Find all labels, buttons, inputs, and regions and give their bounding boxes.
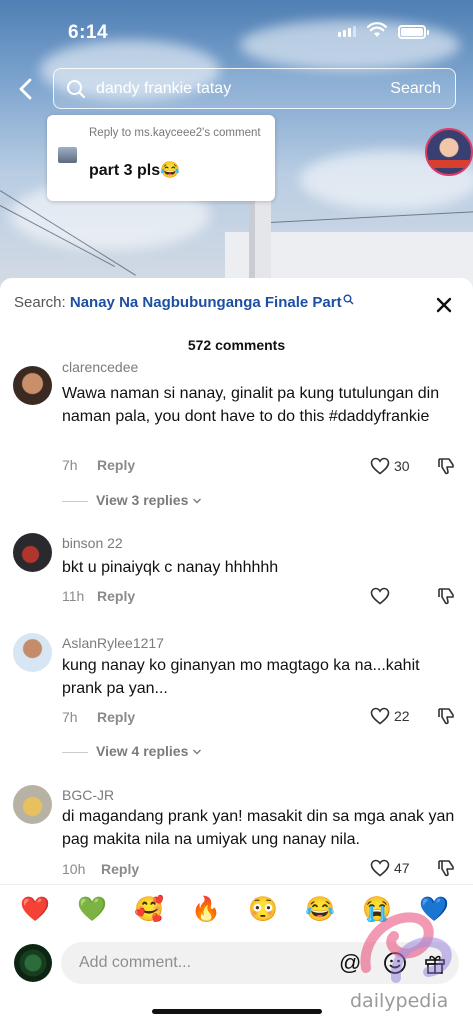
chevron-down-icon — [193, 498, 202, 504]
heart-icon[interactable] — [370, 587, 390, 605]
avatar[interactable] — [13, 785, 52, 824]
comment-text: kung nanay ko ginanyan mo magtago ka na.… — [62, 657, 420, 697]
comment-meta: 10h Reply — [62, 861, 139, 877]
status-bar: 6:14 — [0, 0, 473, 62]
reply-bubble[interactable]: Reply to ms.kayceee2's comment part 3 pl… — [47, 115, 275, 201]
reply-text: part 3 pls😂 — [89, 162, 181, 179]
comment-meta: 7h Reply — [62, 709, 135, 725]
emoji-flushed[interactable]: 😳 — [248, 895, 278, 925]
heart-icon[interactable] — [370, 859, 390, 877]
comment-username[interactable]: binson 22 — [62, 535, 123, 551]
comment-username[interactable]: BGC-JR — [62, 787, 114, 803]
like-count: 22 — [394, 708, 410, 724]
search-small-icon — [343, 294, 354, 305]
comment-text: di magandang prank yan! masakit din sa m… — [62, 808, 455, 848]
dislike-icon[interactable] — [436, 858, 456, 878]
emoji-tears-of-joy[interactable]: 😂 — [305, 895, 335, 925]
search-button[interactable]: Search — [390, 80, 441, 98]
comment-count: 572 comments — [187, 337, 286, 353]
dislike-icon[interactable] — [436, 456, 456, 476]
comment-time: 7h — [62, 709, 78, 725]
emoji-green-heart[interactable]: 💚 — [77, 895, 107, 925]
view-replies-button[interactable]: View 3 replies — [62, 492, 202, 508]
related-search-prefix: Search: — [14, 294, 66, 311]
reply-button[interactable]: Reply — [97, 709, 135, 725]
my-avatar — [14, 944, 52, 982]
close-icon[interactable] — [433, 294, 455, 316]
comment-time: 11h — [62, 588, 85, 604]
comment-time: 10h — [62, 861, 86, 877]
reply-button[interactable]: Reply — [101, 861, 139, 877]
search-icon — [67, 80, 86, 99]
comment-text: bkt u pinaiyqk c nanay hhhhhh — [62, 559, 279, 576]
reply-to-label: Reply to ms.kayceee2's comment — [89, 127, 261, 139]
search-query[interactable]: dandy frankie tatay — [96, 80, 231, 98]
dislike-icon[interactable] — [436, 706, 456, 726]
comment-meta: 7h Reply — [62, 457, 135, 473]
like-count: 30 — [394, 458, 410, 474]
avatar[interactable] — [13, 366, 52, 405]
chevron-down-icon — [193, 749, 202, 755]
comment-text: Wawa naman si nanay, ginalit pa kung tut… — [62, 385, 440, 425]
search-bar[interactable]: dandy frankie tatay Search — [53, 68, 456, 109]
dislike-icon[interactable] — [436, 586, 456, 606]
home-indicator — [152, 1009, 322, 1014]
related-search: Search: Nanay Na Nagbubunganga Finale Pa… — [14, 294, 354, 311]
watermark-text: dailypedia — [350, 990, 449, 1012]
back-arrow-icon[interactable] — [14, 74, 38, 104]
status-time: 6:14 — [68, 22, 109, 43]
battery-icon — [398, 25, 429, 39]
reply-button[interactable]: Reply — [97, 588, 135, 604]
wifi-icon — [367, 22, 387, 37]
comment-input-placeholder[interactable]: Add comment... — [79, 954, 191, 972]
view-replies-button[interactable]: View 4 replies — [62, 743, 202, 759]
dailypedia-logo — [360, 912, 452, 983]
avatar[interactable] — [13, 533, 52, 572]
comment-username[interactable]: clarencedee — [62, 359, 138, 375]
heart-icon[interactable] — [370, 457, 390, 475]
comment-username[interactable]: AslanRylee1217 — [62, 635, 164, 651]
cellular-signal-icon — [338, 26, 356, 37]
heart-icon[interactable] — [370, 707, 390, 725]
comment-time: 7h — [62, 457, 78, 473]
emoji-fire[interactable]: 🔥 — [191, 895, 221, 925]
creator-avatar[interactable] — [425, 128, 473, 176]
avatar[interactable] — [13, 633, 52, 672]
related-search-link[interactable]: Nanay Na Nagbubunganga Finale Part — [70, 294, 354, 311]
comment-meta: 11h Reply — [62, 588, 135, 604]
emoji-red-heart[interactable]: ❤️ — [20, 895, 50, 925]
video-thumbnail — [58, 147, 77, 163]
reply-button[interactable]: Reply — [97, 457, 135, 473]
like-count: 47 — [394, 860, 410, 876]
emoji-smiling-hearts[interactable]: 🥰 — [134, 895, 164, 925]
